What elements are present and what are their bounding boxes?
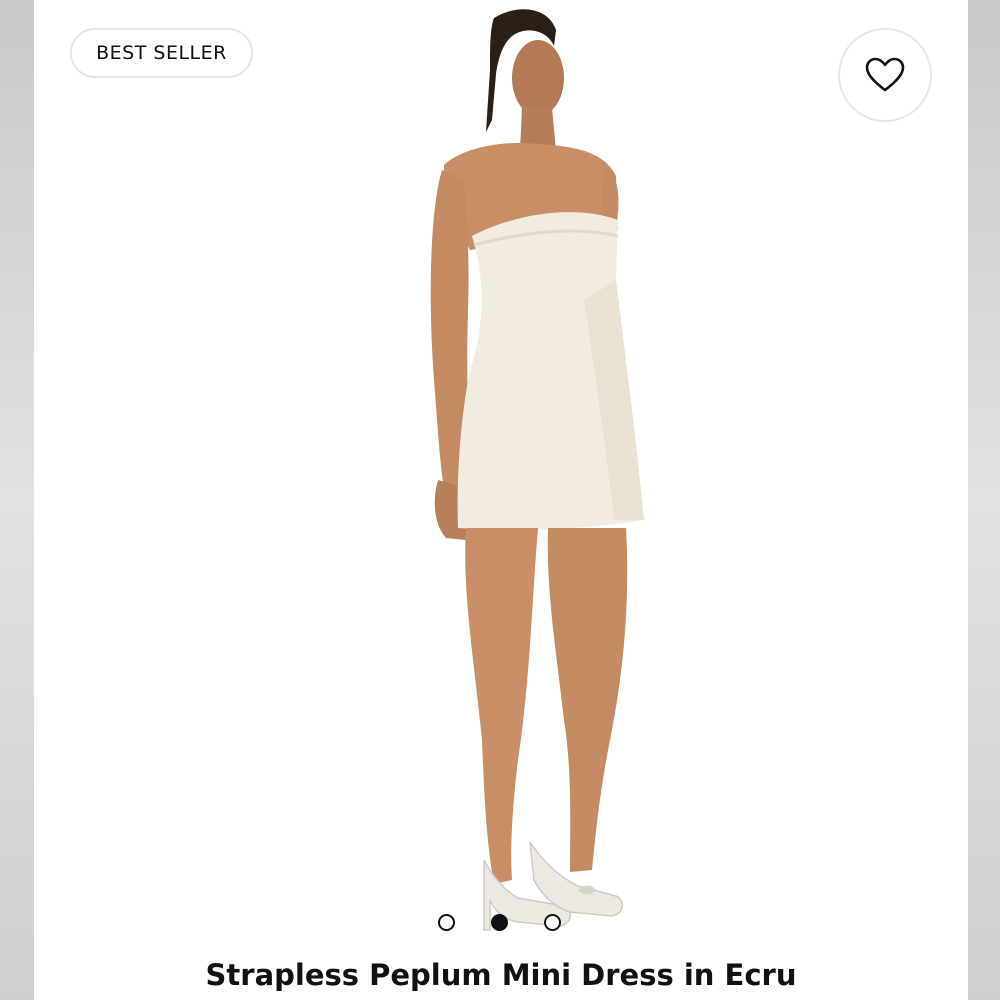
right-leg	[547, 528, 628, 872]
carousel-dot-3[interactable]	[544, 913, 561, 931]
background-left-edge	[0, 0, 34, 1000]
heart-icon	[865, 57, 905, 92]
favorite-button[interactable]	[838, 28, 932, 122]
carousel-dot-1[interactable]	[438, 913, 455, 931]
product-title[interactable]: Strapless Peplum Mini Dress in Ecru	[34, 958, 968, 992]
image-carousel-dots	[438, 912, 568, 932]
face	[512, 40, 564, 116]
best-seller-badge: BEST SELLER	[70, 28, 253, 78]
product-photo[interactable]	[334, 0, 654, 945]
product-card: BEST SELLER Strapless Peplum Mini Dress …	[34, 0, 968, 1000]
carousel-dot-2-active[interactable]	[491, 913, 508, 931]
background-right-edge	[968, 0, 1000, 1000]
left-leg	[465, 528, 538, 884]
